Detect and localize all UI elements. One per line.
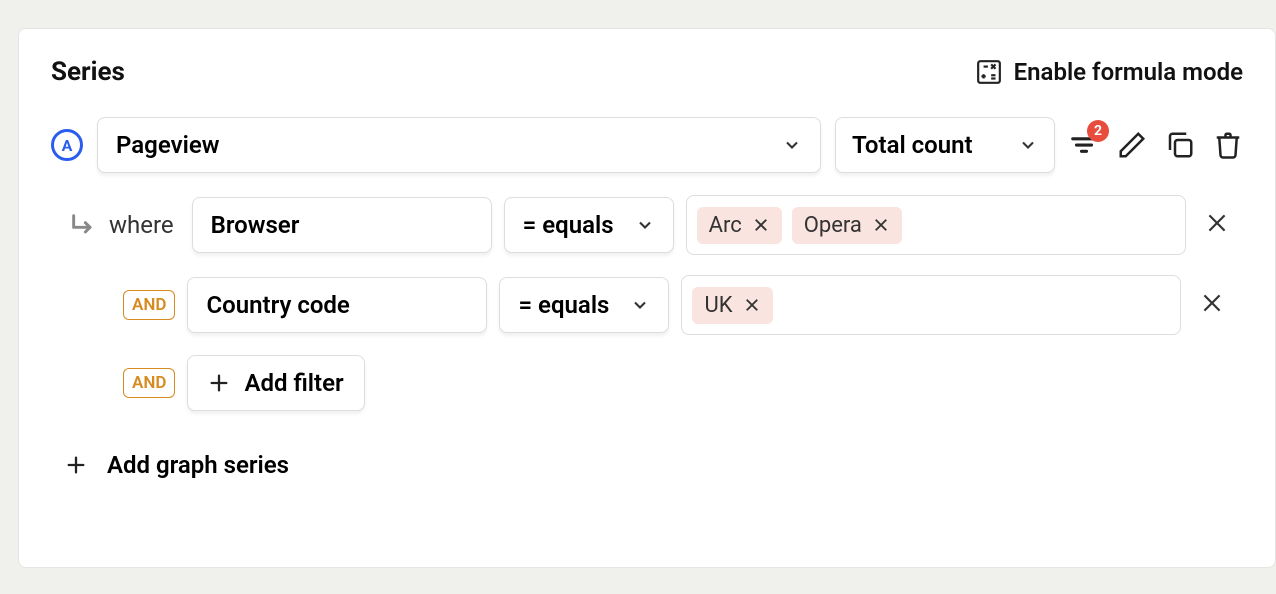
value-input[interactable]: UK (681, 275, 1181, 335)
series-actions: 2 (1069, 130, 1243, 160)
value-chip: Arc (697, 207, 782, 244)
filter-row: where Browser = equals Arc Opera (51, 195, 1243, 255)
series-row: A Pageview Total count 2 (51, 117, 1243, 173)
aggregation-label: Total count (852, 131, 973, 159)
chevron-down-icon (630, 295, 650, 315)
plus-icon (65, 454, 87, 476)
property-label: Browser (211, 211, 300, 239)
remove-filter-button[interactable] (1199, 290, 1225, 320)
filter-icon-button[interactable]: 2 (1069, 130, 1099, 160)
sub-arrow-icon (69, 211, 97, 239)
formula-label: Enable formula mode (1014, 58, 1243, 86)
operator-select[interactable]: = equals (504, 197, 674, 253)
property-label: Country code (206, 291, 349, 319)
add-filter-row: AND Add filter (51, 355, 1243, 411)
add-series-button[interactable]: Add graph series (51, 451, 1243, 479)
trash-icon (1213, 130, 1243, 160)
series-badge: A (51, 129, 83, 161)
series-title: Series (51, 57, 125, 87)
duplicate-button[interactable] (1165, 130, 1195, 160)
chip-label: Opera (804, 213, 862, 238)
operator-select[interactable]: = equals (499, 277, 669, 333)
value-input[interactable]: Arc Opera (686, 195, 1186, 255)
close-icon (752, 216, 770, 234)
add-filter-button[interactable]: Add filter (187, 355, 364, 411)
delete-button[interactable] (1213, 130, 1243, 160)
close-icon (743, 296, 761, 314)
event-select[interactable]: Pageview (97, 117, 821, 173)
value-chip: Opera (792, 207, 902, 244)
formula-icon (976, 59, 1002, 85)
remove-filter-button[interactable] (1204, 210, 1230, 240)
and-connector: AND (123, 368, 175, 398)
copy-icon (1165, 130, 1195, 160)
chip-label: UK (704, 293, 732, 318)
add-series-label: Add graph series (107, 451, 289, 479)
chip-label: Arc (709, 213, 742, 238)
chip-remove[interactable] (752, 216, 770, 234)
plus-icon (208, 372, 230, 394)
close-icon (1199, 290, 1225, 316)
property-select[interactable]: Country code (187, 277, 487, 333)
enable-formula-button[interactable]: Enable formula mode (976, 58, 1243, 86)
edit-button[interactable] (1117, 130, 1147, 160)
value-chip: UK (692, 287, 772, 324)
chevron-down-icon (1018, 135, 1038, 155)
chevron-down-icon (782, 135, 802, 155)
filter-row: AND Country code = equals UK (51, 275, 1243, 335)
series-panel: Series Enable formula mode A Pageview To… (18, 28, 1276, 568)
and-connector: AND (123, 290, 175, 320)
chip-remove[interactable] (743, 296, 761, 314)
where-label: where (109, 211, 174, 239)
chip-remove[interactable] (872, 216, 890, 234)
close-icon (1204, 210, 1230, 236)
aggregation-select[interactable]: Total count (835, 117, 1055, 173)
filter-count-badge: 2 (1087, 120, 1109, 142)
panel-header: Series Enable formula mode (51, 57, 1243, 87)
pencil-icon (1117, 130, 1147, 160)
add-filter-label: Add filter (244, 369, 343, 397)
operator-label: = equals (523, 211, 614, 239)
operator-label: = equals (518, 291, 609, 319)
close-icon (872, 216, 890, 234)
chevron-down-icon (635, 215, 655, 235)
event-label: Pageview (116, 131, 219, 159)
property-select[interactable]: Browser (192, 197, 492, 253)
